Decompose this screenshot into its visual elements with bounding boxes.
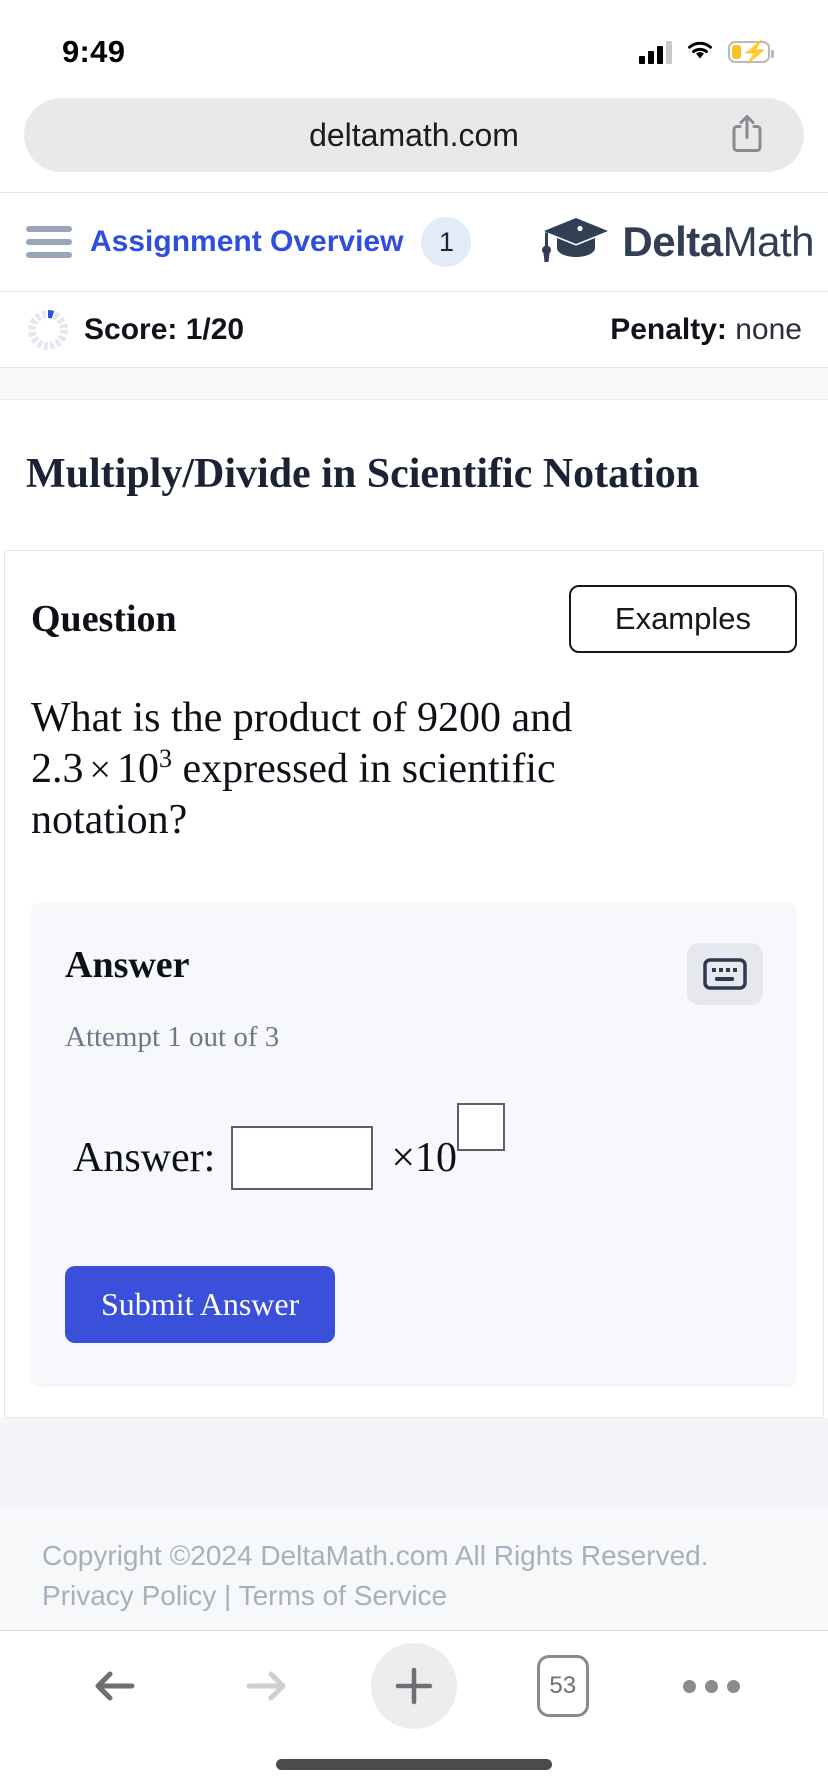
question-heading: Question (31, 598, 177, 640)
question-line-2-tail: expressed in scientific (182, 746, 556, 793)
tab-overview-button[interactable]: 53 (488, 1655, 637, 1717)
question-exponent: 3 (158, 744, 172, 774)
status-indicators: ⚡ (639, 38, 774, 67)
url-text: deltamath.com (309, 116, 519, 153)
terms-of-service-link[interactable]: Terms of Service (239, 1580, 448, 1611)
logo-math: Math (722, 218, 815, 265)
answer-exponent-wrapper (457, 1102, 505, 1167)
share-icon[interactable] (728, 111, 766, 160)
wifi-icon (684, 38, 716, 67)
answer-exponent-input[interactable] (457, 1102, 505, 1151)
cellular-signal-icon (639, 40, 672, 64)
score-group: Score: 1/20 (26, 308, 244, 352)
header-divider-strip (0, 368, 828, 400)
submit-answer-button[interactable]: Submit Answer (65, 1265, 336, 1343)
browser-bottom-toolbar: 53 (0, 1630, 828, 1792)
privacy-policy-link[interactable]: Privacy Policy (42, 1580, 216, 1611)
browser-url-bar-container: deltamath.com (0, 86, 828, 192)
score-label: Score: 1/20 (84, 312, 245, 346)
more-dots-icon[interactable] (637, 1679, 786, 1693)
question-line-1: What is the product of 9200 and (31, 695, 573, 741)
back-arrow-icon[interactable] (42, 1663, 191, 1709)
answer-mantissa-input[interactable] (231, 1125, 374, 1190)
answer-input-label: Answer: (73, 1134, 216, 1181)
question-header: Question Examples (31, 585, 797, 653)
question-line-3: notation? (31, 797, 188, 844)
assignment-overview-link[interactable]: Assignment Overview (90, 225, 403, 259)
assignment-number-badge: 1 (421, 217, 472, 267)
logo-delta: Delta (622, 218, 723, 265)
answer-header: Answer (65, 942, 763, 1005)
site-header: Assignment Overview 1 DeltaMath (0, 192, 828, 292)
question-base: 10 (116, 746, 159, 793)
ios-status-bar: 9:49 ⚡ (0, 0, 828, 86)
keyboard-icon[interactable] (687, 942, 763, 1005)
status-time: 9:49 (62, 34, 126, 69)
plus-icon (370, 1643, 457, 1729)
home-indicator (276, 1759, 552, 1770)
graduation-cap-icon (540, 214, 612, 271)
penalty-value: none (735, 312, 802, 346)
phone-screen: 9:49 ⚡ deltamath.com Assignment Overview… (0, 0, 828, 1792)
score-bar: Score: 1/20 Penalty: none (0, 292, 828, 368)
site-footer: Copyright ©2024 DeltaMath.com All Rights… (0, 1509, 828, 1647)
deltamath-logo[interactable]: DeltaMath (540, 214, 815, 271)
battery-charging-icon: ⚡ (728, 41, 774, 63)
answer-heading: Answer (65, 943, 190, 986)
new-tab-button[interactable] (340, 1643, 489, 1729)
forward-arrow-icon[interactable] (191, 1663, 340, 1709)
attempt-counter: Attempt 1 out of 3 (65, 1020, 280, 1053)
question-operand: 2.3 (31, 746, 84, 793)
answer-input-row: Answer: ×10 (65, 1054, 763, 1190)
toolbar-row: 53 (0, 1631, 828, 1741)
url-bar[interactable]: deltamath.com (24, 98, 804, 172)
footer-copyright: Copyright ©2024 DeltaMath.com All Rights… (42, 1539, 709, 1571)
footer-separator: | (224, 1580, 232, 1612)
question-card: Question Examples What is the product of… (4, 550, 824, 1418)
score-ring-icon (26, 308, 70, 352)
examples-button[interactable]: Examples (568, 585, 797, 653)
question-text: What is the product of 9200 and 2.3 × 103 … (31, 653, 671, 903)
answer-times-ten: ×10 (391, 1134, 457, 1181)
hamburger-menu-icon[interactable] (26, 222, 72, 262)
penalty-label: Penalty: none (610, 313, 802, 347)
answer-panel: Answer Attempt 1 out of 3 Answer: ×10 Su… (31, 902, 797, 1387)
penalty-title: Penalty: (610, 312, 727, 346)
page-title: Multiply/Divide in Scientific Notation (26, 451, 700, 497)
footer-links: Privacy Policy | Terms of Service (42, 1576, 786, 1617)
question-times-symbol: × (89, 749, 111, 792)
deltamath-wordmark: DeltaMath (622, 218, 814, 266)
tab-count-badge: 53 (536, 1655, 589, 1717)
footer-spacer (0, 1417, 828, 1510)
